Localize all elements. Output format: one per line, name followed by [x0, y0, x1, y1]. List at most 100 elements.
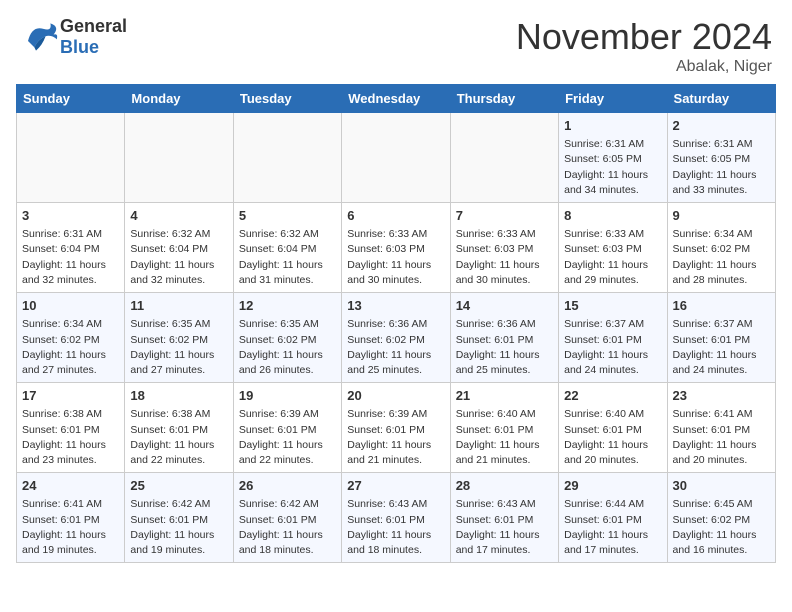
- day-number: 22: [564, 387, 661, 405]
- table-row: [125, 113, 233, 203]
- day-number: 1: [564, 117, 661, 135]
- day-info: Sunrise: 6:38 AM Sunset: 6:01 PM Dayligh…: [130, 407, 227, 468]
- title-section: November 2024 Abalak, Niger: [516, 16, 772, 76]
- day-number: 24: [22, 477, 119, 495]
- col-monday: Monday: [125, 85, 233, 113]
- day-number: 4: [130, 207, 227, 225]
- day-number: 19: [239, 387, 336, 405]
- table-row: 23 Sunrise: 6:41 AM Sunset: 6:01 PM Dayli…: [667, 383, 775, 473]
- table-row: 24 Sunrise: 6:41 AM Sunset: 6:01 PM Dayli…: [17, 473, 125, 563]
- day-info: Sunrise: 6:31 AM Sunset: 6:05 PM Dayligh…: [564, 137, 661, 198]
- day-number: 18: [130, 387, 227, 405]
- day-number: 21: [456, 387, 553, 405]
- table-row: 22 Sunrise: 6:40 AM Sunset: 6:01 PM Dayli…: [559, 383, 667, 473]
- day-info: Sunrise: 6:40 AM Sunset: 6:01 PM Dayligh…: [564, 407, 661, 468]
- day-info: Sunrise: 6:41 AM Sunset: 6:01 PM Dayligh…: [673, 407, 770, 468]
- day-number: 28: [456, 477, 553, 495]
- calendar-wrapper: Sunday Monday Tuesday Wednesday Thursday…: [0, 84, 792, 571]
- table-row: 10 Sunrise: 6:34 AM Sunset: 6:02 PM Dayli…: [17, 293, 125, 383]
- table-row: 6Sunrise: 6:33 AM Sunset: 6:03 PM Daylig…: [342, 203, 450, 293]
- day-info: Sunrise: 6:36 AM Sunset: 6:02 PM Dayligh…: [347, 317, 444, 378]
- col-sunday: Sunday: [17, 85, 125, 113]
- calendar-week-row: 1 Sunrise: 6:31 AM Sunset: 6:05 PM Daylig…: [17, 113, 776, 203]
- day-number: 10: [22, 297, 119, 315]
- logo-blue: Blue: [60, 37, 127, 58]
- day-info: Sunrise: 6:40 AM Sunset: 6:01 PM Dayligh…: [456, 407, 553, 468]
- day-info: Sunrise: 6:38 AM Sunset: 6:01 PM Dayligh…: [22, 407, 119, 468]
- table-row: 18 Sunrise: 6:38 AM Sunset: 6:01 PM Dayli…: [125, 383, 233, 473]
- table-row: 17 Sunrise: 6:38 AM Sunset: 6:01 PM Dayli…: [17, 383, 125, 473]
- table-row: 25 Sunrise: 6:42 AM Sunset: 6:01 PM Dayli…: [125, 473, 233, 563]
- table-row: 15 Sunrise: 6:37 AM Sunset: 6:01 PM Dayli…: [559, 293, 667, 383]
- table-row: 12Sunrise: 6:35 AM Sunset: 6:02 PM Dayli…: [233, 293, 341, 383]
- day-number: 16: [673, 297, 770, 315]
- day-info: Sunrise: 6:44 AM Sunset: 6:01 PM Dayligh…: [564, 497, 661, 558]
- table-row: 29 Sunrise: 6:44 AM Sunset: 6:01 PM Dayli…: [559, 473, 667, 563]
- day-number: 30: [673, 477, 770, 495]
- day-number: 25: [130, 477, 227, 495]
- day-info: Sunrise: 6:43 AM Sunset: 6:01 PM Dayligh…: [347, 497, 444, 558]
- table-row: 19 Sunrise: 6:39 AM Sunset: 6:01 PM Dayli…: [233, 383, 341, 473]
- calendar-table: Sunday Monday Tuesday Wednesday Thursday…: [16, 84, 776, 563]
- day-info: Sunrise: 6:42 AM Sunset: 6:01 PM Dayligh…: [130, 497, 227, 558]
- day-number: 11: [130, 297, 227, 315]
- table-row: 28Sunrise: 6:43 AM Sunset: 6:01 PM Dayli…: [450, 473, 558, 563]
- col-tuesday: Tuesday: [233, 85, 341, 113]
- table-row: 11 Sunrise: 6:35 AM Sunset: 6:02 PM Dayli…: [125, 293, 233, 383]
- day-number: 23: [673, 387, 770, 405]
- day-number: 8: [564, 207, 661, 225]
- day-info: Sunrise: 6:39 AM Sunset: 6:01 PM Dayligh…: [239, 407, 336, 468]
- table-row: 16Sunrise: 6:37 AM Sunset: 6:01 PM Dayli…: [667, 293, 775, 383]
- day-number: 7: [456, 207, 553, 225]
- table-row: 20 Sunrise: 6:39 AM Sunset: 6:01 PM Dayli…: [342, 383, 450, 473]
- page-header: General Blue November 2024 Abalak, Niger: [0, 0, 792, 84]
- day-number: 20: [347, 387, 444, 405]
- table-row: 13 Sunrise: 6:36 AM Sunset: 6:02 PM Dayli…: [342, 293, 450, 383]
- day-number: 29: [564, 477, 661, 495]
- table-row: 8 Sunrise: 6:33 AM Sunset: 6:03 PM Daylig…: [559, 203, 667, 293]
- table-row: 2Sunrise: 6:31 AM Sunset: 6:05 PM Daylig…: [667, 113, 775, 203]
- day-number: 3: [22, 207, 119, 225]
- table-row: 27Sunrise: 6:43 AM Sunset: 6:01 PM Dayli…: [342, 473, 450, 563]
- day-number: 5: [239, 207, 336, 225]
- table-row: 7 Sunrise: 6:33 AM Sunset: 6:03 PM Daylig…: [450, 203, 558, 293]
- col-thursday: Thursday: [450, 85, 558, 113]
- day-number: 6: [347, 207, 444, 225]
- day-info: Sunrise: 6:39 AM Sunset: 6:01 PM Dayligh…: [347, 407, 444, 468]
- day-info: Sunrise: 6:35 AM Sunset: 6:02 PM Dayligh…: [130, 317, 227, 378]
- day-info: Sunrise: 6:32 AM Sunset: 6:04 PM Dayligh…: [239, 227, 336, 288]
- table-row: 3 Sunrise: 6:31 AM Sunset: 6:04 PM Daylig…: [17, 203, 125, 293]
- calendar-week-row: 3 Sunrise: 6:31 AM Sunset: 6:04 PM Daylig…: [17, 203, 776, 293]
- table-row: [342, 113, 450, 203]
- col-saturday: Saturday: [667, 85, 775, 113]
- location: Abalak, Niger: [516, 58, 772, 76]
- day-info: Sunrise: 6:45 AM Sunset: 6:02 PM Dayligh…: [673, 497, 770, 558]
- col-friday: Friday: [559, 85, 667, 113]
- table-row: 30 Sunrise: 6:45 AM Sunset: 6:02 PM Dayli…: [667, 473, 775, 563]
- day-number: 13: [347, 297, 444, 315]
- logo-text: General Blue: [60, 16, 127, 58]
- day-number: 2: [673, 117, 770, 135]
- day-number: 9: [673, 207, 770, 225]
- day-info: Sunrise: 6:33 AM Sunset: 6:03 PM Dayligh…: [456, 227, 553, 288]
- day-info: Sunrise: 6:32 AM Sunset: 6:04 PM Dayligh…: [130, 227, 227, 288]
- calendar-week-row: 10 Sunrise: 6:34 AM Sunset: 6:02 PM Dayli…: [17, 293, 776, 383]
- table-row: [450, 113, 558, 203]
- logo-icon: [20, 17, 60, 57]
- day-info: Sunrise: 6:31 AM Sunset: 6:04 PM Dayligh…: [22, 227, 119, 288]
- day-info: Sunrise: 6:37 AM Sunset: 6:01 PM Dayligh…: [564, 317, 661, 378]
- day-info: Sunrise: 6:33 AM Sunset: 6:03 PM Dayligh…: [564, 227, 661, 288]
- day-info: Sunrise: 6:42 AM Sunset: 6:01 PM Dayligh…: [239, 497, 336, 558]
- day-number: 15: [564, 297, 661, 315]
- day-number: 26: [239, 477, 336, 495]
- calendar-header-row: Sunday Monday Tuesday Wednesday Thursday…: [17, 85, 776, 113]
- logo-general: General: [60, 16, 127, 37]
- day-info: Sunrise: 6:34 AM Sunset: 6:02 PM Dayligh…: [22, 317, 119, 378]
- table-row: [17, 113, 125, 203]
- table-row: 9Sunrise: 6:34 AM Sunset: 6:02 PM Daylig…: [667, 203, 775, 293]
- day-info: Sunrise: 6:36 AM Sunset: 6:01 PM Dayligh…: [456, 317, 553, 378]
- day-number: 17: [22, 387, 119, 405]
- calendar-week-row: 24 Sunrise: 6:41 AM Sunset: 6:01 PM Dayli…: [17, 473, 776, 563]
- day-info: Sunrise: 6:41 AM Sunset: 6:01 PM Dayligh…: [22, 497, 119, 558]
- table-row: 4 Sunrise: 6:32 AM Sunset: 6:04 PM Daylig…: [125, 203, 233, 293]
